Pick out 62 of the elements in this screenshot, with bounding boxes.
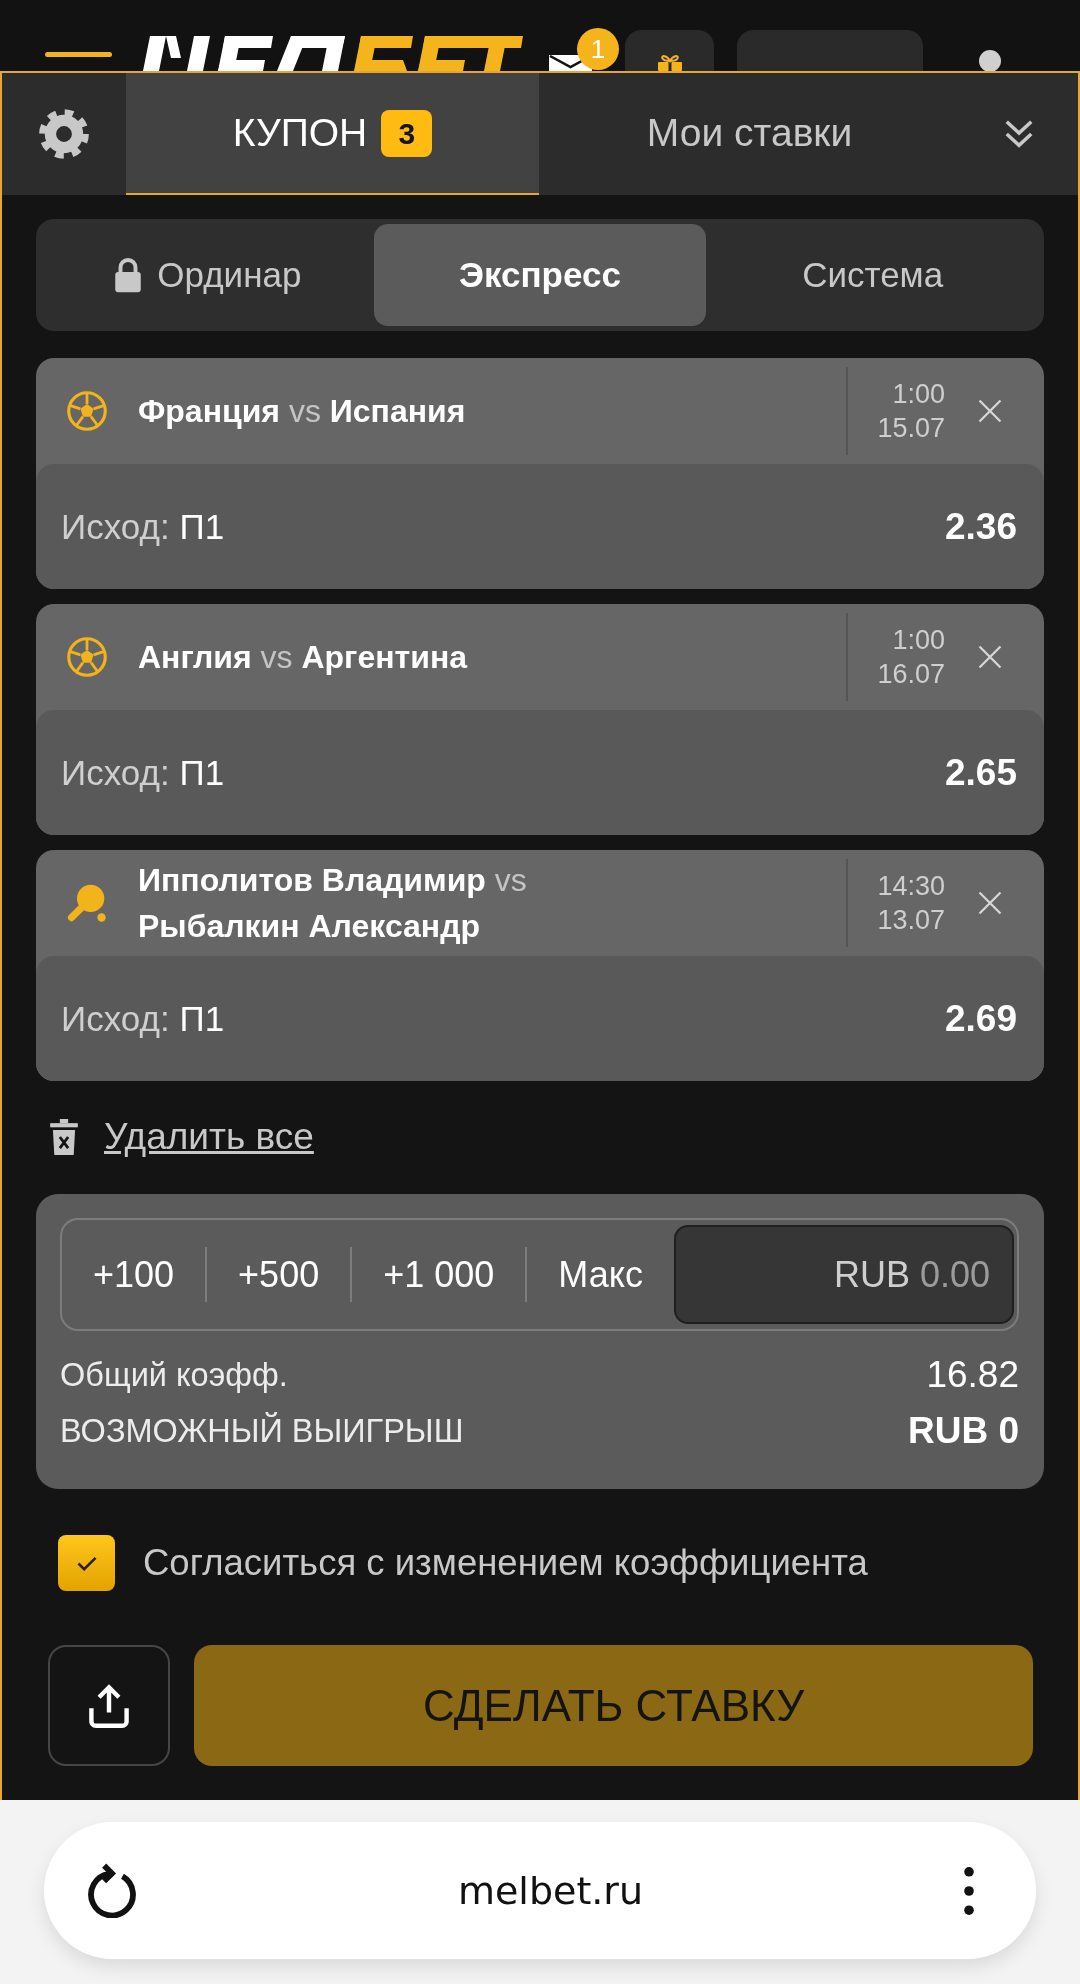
- bet-type-tab[interactable]: Ординар: [41, 224, 374, 326]
- payout-label: ВОЗМОЖНЫЙ ВЫИГРЫШ: [60, 1412, 464, 1450]
- currency-label: RUB: [834, 1254, 910, 1295]
- gift-icon: [657, 55, 682, 71]
- avatar-icon[interactable]: [979, 50, 1001, 71]
- match-title: Франция vs Испания: [138, 392, 466, 431]
- odds-value: 2.36: [945, 505, 1017, 548]
- match-title: Ипполитов Владимир vs Рыбалкин Александр: [138, 861, 528, 946]
- payout-value: RUB 0: [907, 1410, 1019, 1452]
- match-title: Англия vs Аргентина: [138, 638, 467, 677]
- outcome-label: Исход:: [61, 752, 170, 793]
- delete-all-link[interactable]: Удалить все: [104, 1116, 314, 1158]
- total-odds-label: Общий коэфф.: [60, 1356, 288, 1394]
- close-icon[interactable]: [978, 645, 1002, 669]
- match-date: 13.07: [877, 904, 945, 937]
- close-icon[interactable]: [978, 891, 1002, 915]
- outcome-value: П1: [179, 506, 225, 547]
- quick-amount-button[interactable]: +1 000: [352, 1249, 526, 1300]
- quick-amount-button[interactable]: +500: [207, 1249, 351, 1300]
- bet-type-tab[interactable]: Экспресс: [373, 224, 707, 326]
- count-badge: 3: [381, 109, 433, 157]
- odds-value: 2.65: [945, 751, 1017, 794]
- checkbox[interactable]: [58, 1535, 115, 1591]
- soccer-ball-icon: [67, 637, 107, 677]
- match-date: 16.07: [877, 658, 945, 691]
- match-time: 1:00: [892, 378, 945, 411]
- share-button[interactable]: [48, 1645, 170, 1766]
- double-chevron-icon[interactable]: [1005, 120, 1033, 148]
- notification-badge: 1: [577, 28, 619, 70]
- odds-value: 2.69: [945, 997, 1017, 1040]
- trash-icon[interactable]: [50, 1119, 78, 1155]
- address-bar[interactable]: melbet.ru: [44, 1822, 1036, 1959]
- outcome-panel[interactable]: Исход: П1 2.69: [36, 956, 1044, 1081]
- place-bet-button[interactable]: СДЕЛАТЬ СТАВКУ: [194, 1645, 1033, 1766]
- soccer-ball-icon: [67, 391, 107, 431]
- more-icon[interactable]: [964, 1866, 974, 1915]
- match-date: 15.07: [877, 412, 945, 445]
- outcome-label: Исход:: [61, 506, 170, 547]
- outcome-panel[interactable]: Исход: П1 2.65: [36, 710, 1044, 835]
- share-icon: [89, 1683, 129, 1728]
- coupon-tab[interactable]: Мои ставки: [539, 73, 960, 195]
- outcome-label: Исход:: [61, 998, 170, 1039]
- gift-button[interactable]: [625, 30, 714, 71]
- paddle-icon: [67, 883, 107, 923]
- outcome-value: П1: [179, 752, 225, 793]
- logo-drawing[interactable]: [141, 36, 523, 71]
- reload-icon[interactable]: [87, 1863, 137, 1918]
- accept-changes-label: Согласиться с изменением коэффициента: [143, 1542, 868, 1584]
- bet-type-tab[interactable]: Система: [706, 224, 1039, 326]
- url-text[interactable]: melbet.ru: [457, 1868, 644, 1913]
- outcome-value: П1: [179, 998, 225, 1039]
- outcome-panel[interactable]: Исход: П1 2.36: [36, 464, 1044, 589]
- settings-icon[interactable]: [38, 108, 90, 160]
- lock-icon: [113, 257, 144, 293]
- total-odds-value: 16.82: [926, 1354, 1019, 1396]
- quick-amount-button[interactable]: +100: [62, 1249, 206, 1300]
- coupon-tab[interactable]: КУПОН 3: [126, 73, 539, 195]
- close-icon[interactable]: [978, 399, 1002, 423]
- match-time: 14:30: [877, 870, 945, 903]
- check-icon: [76, 1555, 97, 1571]
- match-time: 1:00: [892, 624, 945, 657]
- quick-amount-button[interactable]: Макс: [527, 1249, 674, 1300]
